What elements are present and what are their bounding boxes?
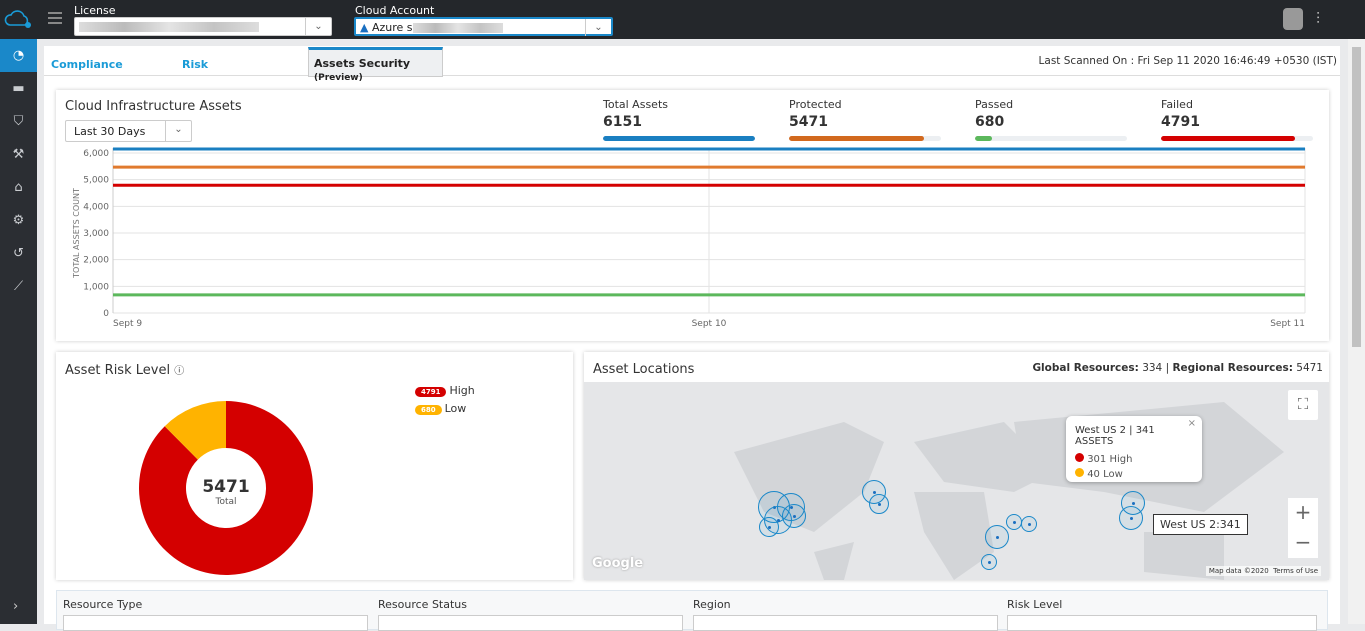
sidebar-bank-icon[interactable]: ⌂ bbox=[0, 171, 37, 204]
tab-assets-security[interactable]: Assets Security (Preview) bbox=[308, 47, 443, 83]
cloud-account-label: Cloud Account bbox=[355, 4, 435, 17]
y-tick-label: 0 bbox=[103, 309, 109, 319]
zoom-in-button[interactable]: + bbox=[1288, 498, 1318, 528]
cloud-account-value: Azure s bbox=[371, 21, 413, 34]
expand-sidebar-icon[interactable]: › bbox=[13, 599, 18, 614]
sidebar-dashboard-icon[interactable]: ◔ bbox=[0, 39, 37, 72]
sidebar-chart-icon[interactable]: ⟋ bbox=[0, 270, 37, 303]
x-tick-label: Sept 10 bbox=[692, 319, 727, 329]
chevron-down-icon: ⌄ bbox=[585, 19, 611, 36]
tab-suffix: (Preview) bbox=[314, 73, 363, 83]
location-marker[interactable] bbox=[869, 494, 889, 514]
x-tick-label: Sept 11 bbox=[1270, 319, 1305, 329]
region-popup: West US 2 | 341 ASSETS 301 High 40 Low × bbox=[1066, 416, 1202, 482]
filters-panel: Resource Type Resource Status Region Ris… bbox=[56, 590, 1328, 631]
cloud-account-select[interactable]: ▲ Azure s ⌄ bbox=[354, 17, 613, 36]
azure-icon: ▲ bbox=[360, 21, 369, 34]
menu-icon[interactable] bbox=[48, 12, 62, 24]
sidebar: ◔ ▬ ⛉ ⚒ ⌂ ⚙ ↺ ⟋ › bbox=[0, 39, 37, 624]
close-icon[interactable]: × bbox=[1188, 418, 1196, 429]
filter-resource-type-label: Resource Type bbox=[63, 598, 143, 611]
sidebar-history-icon[interactable]: ↺ bbox=[0, 237, 37, 270]
map-landmasses bbox=[734, 402, 1284, 580]
locations-card: ⛶ + − Google Map data ©2020 Terms of Use… bbox=[584, 352, 1329, 580]
location-marker[interactable] bbox=[1006, 514, 1022, 530]
filter-resource-status-label: Resource Status bbox=[378, 598, 467, 611]
low-count-badge: 680 bbox=[415, 405, 442, 415]
y-tick-label: 3,000 bbox=[83, 229, 109, 239]
location-marker[interactable] bbox=[782, 504, 806, 528]
global-count: 334 bbox=[1142, 362, 1163, 374]
location-marker[interactable] bbox=[1021, 516, 1037, 532]
map-attribution: Map data ©2020 Terms of Use bbox=[1205, 566, 1321, 576]
y-axis-label: TOTAL ASSETS COUNT bbox=[72, 188, 81, 279]
user-avatar[interactable] bbox=[1283, 8, 1303, 30]
filter-region-label: Region bbox=[693, 598, 731, 611]
location-marker[interactable] bbox=[1119, 506, 1143, 530]
location-marker[interactable] bbox=[985, 525, 1009, 549]
zoom-out-button[interactable]: − bbox=[1288, 528, 1318, 558]
sidebar-hammer-icon[interactable]: ⚒ bbox=[0, 138, 37, 171]
settings-sliders-icon[interactable]: ⫶ bbox=[1316, 9, 1320, 29]
risk-level-select[interactable] bbox=[1007, 615, 1317, 631]
x-tick-label: Sept 9 bbox=[113, 319, 142, 329]
resource-status-select[interactable] bbox=[378, 615, 683, 631]
popup-title: West US 2 | 341 ASSETS bbox=[1075, 425, 1155, 447]
region-select[interactable] bbox=[693, 615, 998, 631]
license-select[interactable]: ⌄ bbox=[74, 17, 332, 36]
license-label: License bbox=[74, 4, 116, 17]
resource-type-select[interactable] bbox=[63, 615, 368, 631]
high-count-badge: 4791 bbox=[415, 387, 447, 397]
tab-risk[interactable]: Risk bbox=[182, 58, 208, 71]
filter-risk-level-label: Risk Level bbox=[1007, 598, 1063, 611]
legend-label: Low bbox=[444, 402, 467, 415]
google-logo: Google bbox=[592, 556, 644, 571]
region-tooltip: West US 2:341 bbox=[1153, 514, 1248, 535]
map-data-text: Map data ©2020 bbox=[1208, 567, 1269, 575]
tab-bar: Compliance Risk Assets Security (Preview… bbox=[44, 46, 1340, 83]
donut-total: 5471 bbox=[202, 477, 250, 497]
info-icon[interactable]: ⓘ bbox=[174, 366, 184, 377]
risk-legend: 4791 High 680 Low bbox=[415, 384, 475, 415]
infra-card: Cloud Infrastructure Assets Last 30 Days… bbox=[56, 90, 1329, 341]
resources-summary: Global Resources: 334 | Regional Resourc… bbox=[1026, 354, 1329, 382]
risk-title: Asset Risk Level ⓘ bbox=[65, 363, 185, 378]
fullscreen-button[interactable]: ⛶ bbox=[1288, 390, 1318, 420]
y-tick-label: 5,000 bbox=[83, 176, 109, 186]
line-chart: 0 1,000 2,000 3,000 4,000 5,000 6,000 Sept 9 Sep… bbox=[72, 147, 1306, 329]
popup-high: 301 High bbox=[1075, 453, 1193, 465]
donut-total-label: Total bbox=[215, 497, 237, 507]
tab-compliance[interactable]: Compliance bbox=[51, 58, 123, 71]
sidebar-gears-icon[interactable]: ⚙ bbox=[0, 204, 37, 237]
y-tick-label: 4,000 bbox=[83, 202, 109, 212]
legend-high[interactable]: 4791 High bbox=[415, 384, 475, 397]
location-marker[interactable] bbox=[981, 554, 997, 570]
legend-low[interactable]: 680 Low bbox=[415, 402, 475, 415]
terms-link[interactable]: Terms of Use bbox=[1273, 567, 1318, 575]
sidebar-shield-icon[interactable]: ⛉ bbox=[0, 105, 37, 138]
location-marker[interactable] bbox=[759, 517, 779, 537]
tab-label: Assets Security bbox=[314, 57, 411, 70]
top-bar: License ⌄ Cloud Account ▲ Azure s ⌄ ⫶ bbox=[0, 0, 1365, 39]
chevron-down-icon: ⌄ bbox=[305, 18, 331, 35]
world-map[interactable]: ⛶ + − Google Map data ©2020 Terms of Use bbox=[584, 382, 1329, 580]
regional-count: 5471 bbox=[1296, 362, 1323, 374]
y-tick-label: 2,000 bbox=[83, 256, 109, 266]
popup-low: 40 Low bbox=[1075, 468, 1193, 480]
risk-card: Asset Risk Level ⓘ 4791 High 680 Low 5471 … bbox=[56, 352, 573, 580]
y-tick-label: 1,000 bbox=[83, 282, 109, 292]
last-scanned: Last Scanned On : Fri Sep 11 2020 16:46:… bbox=[1038, 55, 1337, 67]
locations-title: Asset Locations bbox=[593, 362, 695, 377]
legend-label: High bbox=[449, 384, 475, 397]
scrollbar[interactable] bbox=[1348, 39, 1365, 624]
sidebar-briefcase-icon[interactable]: ▬ bbox=[0, 72, 37, 105]
y-tick-label: 6,000 bbox=[83, 149, 109, 159]
cloud-logo-icon bbox=[4, 10, 31, 28]
donut-center: 5471 Total bbox=[186, 477, 266, 507]
